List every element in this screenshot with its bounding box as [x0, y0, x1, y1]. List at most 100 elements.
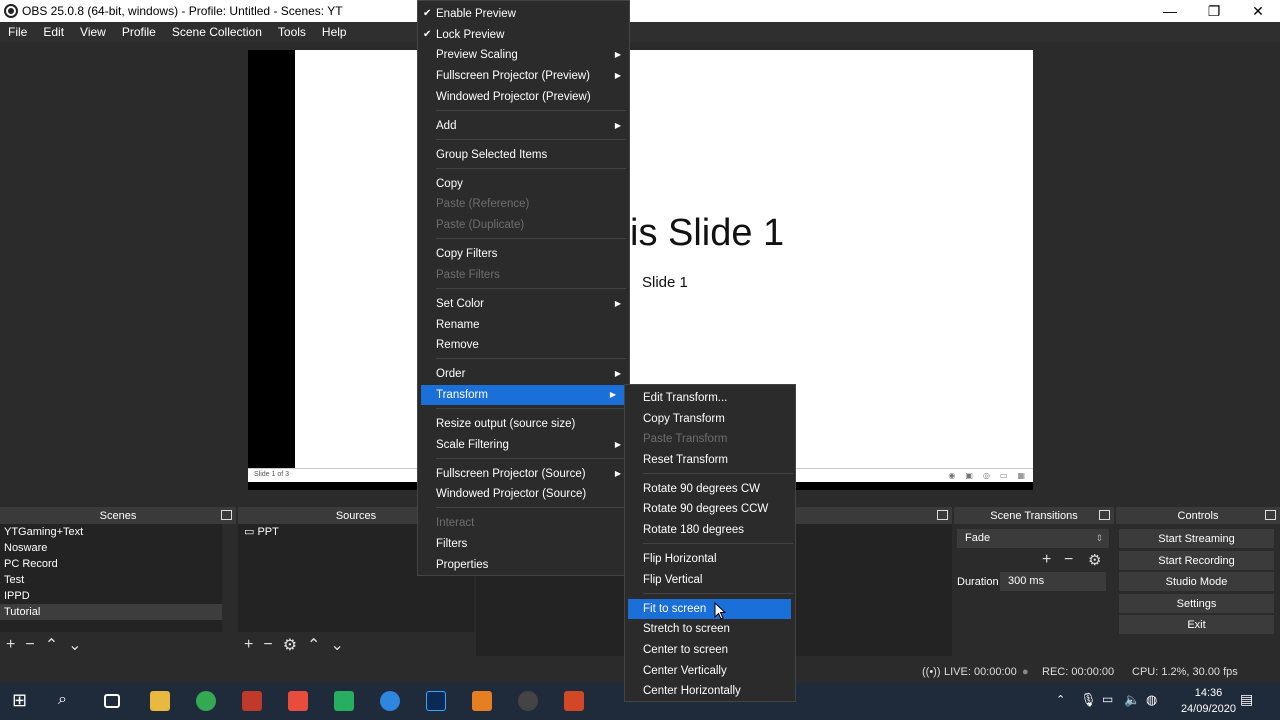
edge-icon[interactable] — [380, 691, 400, 711]
menu-item-center-vertically[interactable]: Center Vertically — [625, 661, 795, 681]
search-icon[interactable]: ⌕ — [58, 691, 78, 711]
scene-item[interactable]: PC Record — [0, 556, 222, 572]
taskbar-clock[interactable]: 14:36 24/09/2020 — [1181, 685, 1236, 717]
scene-item[interactable]: IPPD — [0, 588, 222, 604]
app-icon[interactable] — [288, 691, 308, 711]
powerpoint-icon[interactable] — [564, 691, 584, 711]
scene-item[interactable]: YTGaming+Text — [0, 524, 222, 540]
microphone-icon[interactable]: 🎙 — [1080, 692, 1097, 708]
menu-item-enable-preview[interactable]: ✔ Enable Preview — [418, 4, 629, 24]
menu-item-stretch-to-screen[interactable]: Stretch to screen — [625, 619, 795, 639]
scene-item[interactable]: Nosware — [0, 540, 222, 556]
gear-icon[interactable]: ⚙ — [1088, 551, 1101, 569]
menu-item-center-to-screen[interactable]: Center to screen — [625, 640, 795, 660]
menu-item-properties[interactable]: Properties — [418, 555, 629, 575]
move-up-icon[interactable]: ⌃ — [45, 635, 58, 655]
dock-float-icon[interactable] — [937, 510, 948, 520]
menu-item-preview-scaling[interactable]: Preview Scaling ▶ — [418, 45, 629, 65]
start-recording-button[interactable]: Start Recording — [1119, 551, 1274, 570]
menu-item-copy-transform[interactable]: Copy Transform — [625, 409, 795, 429]
add-icon[interactable]: + — [244, 636, 253, 654]
menu-view[interactable]: View — [72, 25, 114, 39]
menu-item-reset-transform[interactable]: Reset Transform — [625, 450, 795, 470]
menu-item-rename[interactable]: Rename — [418, 315, 629, 335]
scene-item[interactable]: Test — [0, 572, 222, 588]
menu-item-set-color[interactable]: Set Color ▶ — [418, 294, 629, 314]
menu-item-resize-output[interactable]: Resize output (source size) — [418, 414, 629, 434]
checkmark-icon: ✔ — [423, 29, 432, 40]
settings-button[interactable]: Settings — [1119, 594, 1274, 613]
menu-item-rotate-180[interactable]: Rotate 180 degrees — [625, 520, 795, 540]
battery-icon[interactable]: ▭ — [1102, 692, 1113, 706]
notifications-icon[interactable]: ▤ — [1240, 691, 1253, 708]
transition-select[interactable]: Fade ⇕ — [957, 529, 1109, 548]
menu-item-edit-transform[interactable]: Edit Transform... — [625, 388, 795, 408]
menu-edit[interactable]: Edit — [35, 25, 72, 39]
remove-icon[interactable]: − — [25, 636, 34, 654]
move-down-icon[interactable]: ⌄ — [68, 635, 81, 655]
app-icon[interactable] — [472, 691, 492, 711]
transitions-dock-title: Scene Transitions — [990, 509, 1078, 522]
move-up-icon[interactable]: ⌃ — [307, 635, 320, 655]
maximize-button[interactable]: ❐ — [1192, 0, 1236, 22]
menu-tools[interactable]: Tools — [270, 25, 314, 39]
photoshop-icon[interactable] — [426, 691, 446, 711]
obs-logo-icon — [4, 4, 18, 18]
tray-chevron-icon[interactable]: ⌃ — [1056, 693, 1065, 706]
menu-item-transform[interactable]: Transform ▶ — [421, 385, 624, 405]
menu-item-center-horizontally[interactable]: Center Horizontally — [625, 681, 795, 701]
gear-icon[interactable]: ⚙ — [283, 635, 297, 655]
menu-item-fit-to-screen[interactable]: Fit to screen — [628, 599, 791, 619]
title-bar: OBS 25.0.8 (64-bit, windows) - Profile: … — [0, 0, 1280, 22]
menu-item-windowed-projector-preview[interactable]: Windowed Projector (Preview) — [418, 87, 629, 107]
exit-button[interactable]: Exit — [1119, 615, 1274, 634]
rec-dot-icon: ● — [1022, 666, 1029, 678]
studio-mode-button[interactable]: Studio Mode — [1119, 572, 1274, 591]
menu-separator — [436, 507, 626, 508]
minimize-button[interactable]: — — [1148, 0, 1192, 22]
menu-separator — [436, 458, 626, 459]
scene-item-selected[interactable]: Tutorial — [0, 604, 222, 620]
menu-item-rotate-cw[interactable]: Rotate 90 degrees CW — [625, 479, 795, 499]
menu-item-flip-vertical[interactable]: Flip Vertical — [625, 570, 795, 590]
add-icon[interactable]: + — [6, 636, 15, 654]
app-icon[interactable] — [242, 691, 262, 711]
slide-view-icons: ◉ ▣ ◎ ▭ ▦ — [948, 471, 1025, 480]
close-button[interactable]: ✕ — [1236, 0, 1280, 22]
menu-item-filters[interactable]: Filters — [418, 534, 629, 554]
menu-item-copy[interactable]: Copy — [418, 174, 629, 194]
dock-float-icon[interactable] — [221, 510, 232, 520]
menu-help[interactable]: Help — [314, 25, 355, 39]
remove-icon[interactable]: − — [263, 636, 272, 654]
menu-item-lock-preview[interactable]: ✔ Lock Preview — [418, 25, 629, 45]
menu-item-copy-filters[interactable]: Copy Filters — [418, 244, 629, 264]
start-streaming-button[interactable]: Start Streaming — [1119, 529, 1274, 548]
dock-float-icon[interactable] — [1099, 510, 1110, 520]
menu-item-fullscreen-projector-preview[interactable]: Fullscreen Projector (Preview) ▶ — [418, 66, 629, 86]
menu-file[interactable]: File — [0, 25, 35, 39]
file-explorer-icon[interactable] — [150, 691, 170, 711]
menu-profile[interactable]: Profile — [114, 25, 164, 39]
menu-item-group-selected[interactable]: Group Selected Items — [418, 145, 629, 165]
remove-transition-icon[interactable]: − — [1064, 551, 1073, 569]
app-icon[interactable] — [334, 691, 354, 711]
menu-item-flip-horizontal[interactable]: Flip Horizontal — [625, 549, 795, 569]
volume-icon[interactable]: 🔈 — [1124, 692, 1140, 708]
add-transition-icon[interactable]: + — [1042, 551, 1051, 569]
duration-field[interactable]: 300 ms — [1000, 572, 1106, 591]
menu-item-rotate-ccw[interactable]: Rotate 90 degrees CCW — [625, 499, 795, 519]
task-view-icon[interactable] — [104, 694, 120, 708]
menu-item-windowed-projector-source[interactable]: Windowed Projector (Source) — [418, 484, 629, 504]
menu-item-order[interactable]: Order ▶ — [418, 364, 629, 384]
menu-item-fullscreen-projector-source[interactable]: Fullscreen Projector (Source) ▶ — [418, 464, 629, 484]
menu-item-scale-filtering[interactable]: Scale Filtering ▶ — [418, 435, 629, 455]
network-icon[interactable]: ◍ — [1146, 692, 1157, 708]
chrome-icon[interactable] — [196, 691, 216, 711]
windows-start-icon[interactable]: ⊞ — [12, 690, 32, 710]
move-down-icon[interactable]: ⌄ — [330, 635, 343, 655]
menu-scene-collection[interactable]: Scene Collection — [164, 25, 270, 39]
dock-float-icon[interactable] — [1265, 510, 1276, 520]
menu-item-add[interactable]: Add ▶ — [418, 116, 629, 136]
menu-item-remove[interactable]: Remove — [418, 335, 629, 355]
obs-icon[interactable] — [518, 691, 538, 711]
